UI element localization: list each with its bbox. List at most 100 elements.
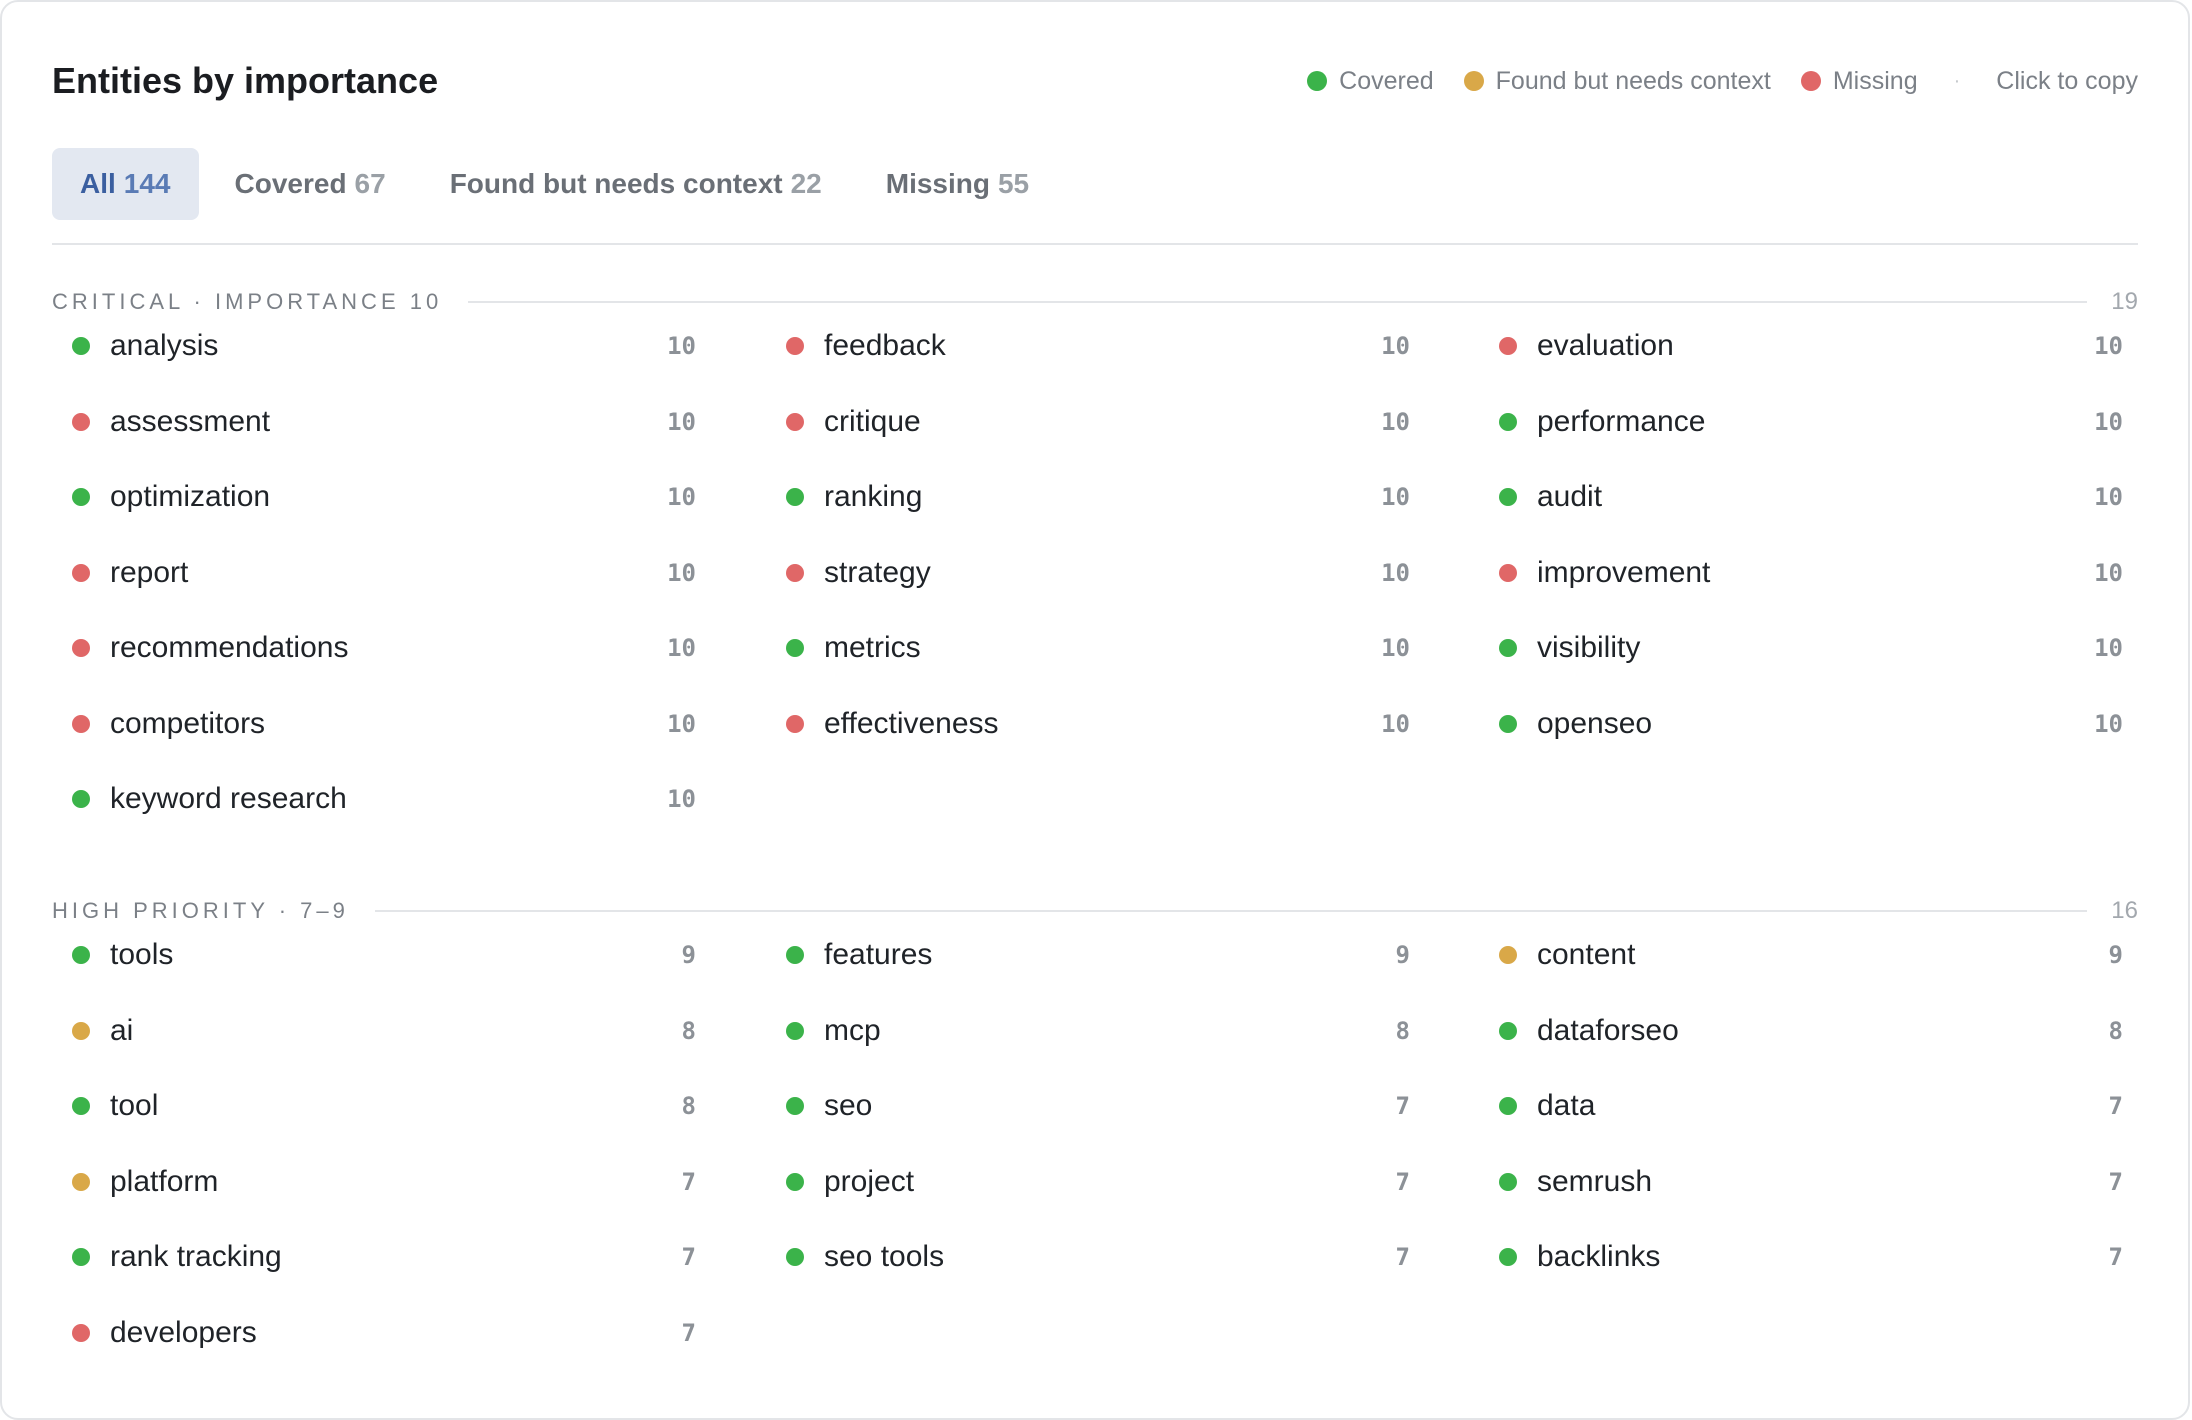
entity-name: report — [110, 555, 189, 589]
entity-name: assessment — [110, 404, 271, 438]
section-header: CRITICAL · IMPORTANCE 10 19 — [52, 282, 2138, 322]
entity-score: 10 — [2094, 407, 2123, 436]
status-dot-icon — [1499, 412, 1517, 431]
tab-all[interactable]: All 144 — [52, 148, 199, 220]
entity-item[interactable]: dataforseo 8 — [1479, 1003, 2123, 1059]
entity-item[interactable]: seo tools 7 — [766, 1229, 1410, 1285]
entity-item[interactable]: features 9 — [766, 927, 1410, 983]
entity-score: 10 — [1381, 483, 1410, 511]
entity-item[interactable]: strategy 10 — [766, 545, 1410, 601]
status-dot-icon — [72, 337, 90, 355]
status-dot-icon — [786, 946, 804, 964]
status-dot-icon — [1499, 1097, 1517, 1115]
entity-name: visibility — [1537, 631, 1641, 664]
entity-item[interactable]: keyword research 10 — [52, 771, 696, 827]
entity-name: strategy — [824, 555, 931, 589]
legend: Covered Found but needs context Missing … — [1277, 56, 2138, 106]
section-label: CRITICAL · IMPORTANCE 10 — [52, 289, 443, 314]
copy-hint: Click to copy — [1996, 66, 2138, 95]
entity-item[interactable]: recommendations 10 — [52, 620, 696, 676]
entity-item[interactable]: developers 7 — [52, 1305, 696, 1361]
entity-item[interactable]: critique 10 — [766, 394, 1410, 450]
legend-separator: · — [1953, 69, 1961, 92]
entity-item[interactable]: mcp 8 — [766, 1003, 1410, 1059]
status-dot-icon — [72, 1172, 90, 1191]
entity-score: 7 — [2108, 1243, 2123, 1271]
entity-score: 10 — [2094, 332, 2123, 360]
entity-item[interactable]: tools 9 — [52, 927, 696, 983]
status-dot-icon — [72, 790, 90, 808]
section-critical: CRITICAL · IMPORTANCE 10 19 analysis 10 fe… — [52, 282, 2138, 815]
entities-card: Entities by importance Covered Found but… — [0, 0, 2190, 1420]
entity-item[interactable]: evaluation 10 — [1479, 318, 2123, 374]
status-dot-icon — [786, 488, 804, 506]
tab-covered[interactable]: Covered 67 — [207, 148, 414, 220]
tab-missing[interactable]: Missing 55 — [858, 148, 1057, 220]
entity-item[interactable]: platform 7 — [52, 1154, 696, 1210]
entity-item[interactable]: backlinks 7 — [1479, 1229, 2123, 1285]
entity-item[interactable]: content 9 — [1479, 927, 2123, 983]
status-dot-icon — [1499, 1172, 1517, 1191]
entity-item[interactable]: seo 7 — [766, 1078, 1410, 1134]
entity-item[interactable]: visibility 10 — [1479, 620, 2123, 676]
entity-name: improvement — [1537, 555, 1711, 589]
entity-item[interactable]: semrush 7 — [1479, 1154, 2123, 1210]
entity-score: 7 — [681, 1243, 696, 1271]
entity-score: 10 — [667, 558, 696, 587]
entity-score: 9 — [1395, 941, 1410, 969]
context-dot-icon — [1463, 71, 1484, 91]
entity-name: seo — [824, 1089, 873, 1122]
entity-item[interactable]: ai 8 — [52, 1003, 696, 1059]
entity-item[interactable]: ranking 10 — [766, 469, 1410, 525]
entity-name: backlinks — [1537, 1240, 1661, 1273]
entity-name: seo tools — [824, 1240, 945, 1273]
entity-item[interactable]: project 7 — [766, 1154, 1410, 1210]
entity-score: 10 — [1381, 332, 1410, 360]
status-dot-icon — [786, 412, 804, 431]
entity-item[interactable]: report 10 — [52, 545, 696, 601]
entity-item[interactable]: rank tracking 7 — [52, 1229, 696, 1285]
entity-item[interactable]: audit 10 — [1479, 469, 2123, 525]
entity-name: feedback — [824, 329, 946, 362]
entity-item[interactable]: effectiveness 10 — [766, 696, 1410, 752]
entity-item[interactable]: openseo 10 — [1479, 696, 2123, 752]
tab-count: 67 — [354, 168, 386, 199]
status-dot-icon — [72, 488, 90, 506]
entity-name: recommendations — [110, 631, 349, 664]
tab-needs-context[interactable]: Found but needs context 22 — [422, 148, 850, 220]
legend-label: Covered — [1339, 66, 1434, 95]
legend-item-missing: Missing — [1800, 67, 1918, 96]
entity-score: 10 — [667, 634, 696, 662]
status-dot-icon — [1499, 563, 1517, 582]
entity-item[interactable]: metrics 10 — [766, 620, 1410, 676]
entity-item[interactable]: performance 10 — [1479, 394, 2123, 450]
entity-score: 10 — [2094, 483, 2123, 511]
entity-score: 7 — [2108, 1167, 2123, 1196]
status-dot-icon — [1499, 1248, 1517, 1266]
entity-item[interactable]: assessment 10 — [52, 394, 696, 450]
entity-item[interactable]: data 7 — [1479, 1078, 2123, 1134]
entity-name: rank tracking — [110, 1240, 282, 1273]
status-dot-icon — [1499, 639, 1517, 657]
entity-item[interactable]: improvement 10 — [1479, 545, 2123, 601]
entity-name: features — [824, 938, 933, 971]
status-dot-icon — [72, 1021, 90, 1040]
section-label: HIGH PRIORITY · 7–9 — [52, 898, 349, 923]
entity-item[interactable]: analysis 10 — [52, 318, 696, 374]
entity-score: 10 — [1381, 634, 1410, 662]
covered-dot-icon — [1307, 71, 1328, 91]
entity-score: 10 — [667, 483, 696, 511]
status-dot-icon — [786, 639, 804, 657]
status-dot-icon — [786, 1021, 804, 1040]
entity-item[interactable]: optimization 10 — [52, 469, 696, 525]
entity-item[interactable]: tool 8 — [52, 1078, 696, 1134]
tab-count: 144 — [123, 168, 171, 199]
card-header: Entities by importance Covered Found but… — [52, 56, 2138, 106]
entity-score: 8 — [681, 1016, 696, 1045]
entity-item[interactable]: feedback 10 — [766, 318, 1410, 374]
entity-name: openseo — [1537, 706, 1653, 740]
entity-item[interactable]: competitors 10 — [52, 696, 696, 752]
status-dot-icon — [1499, 714, 1517, 733]
entity-name: metrics — [824, 631, 921, 664]
status-dot-icon — [786, 563, 804, 582]
